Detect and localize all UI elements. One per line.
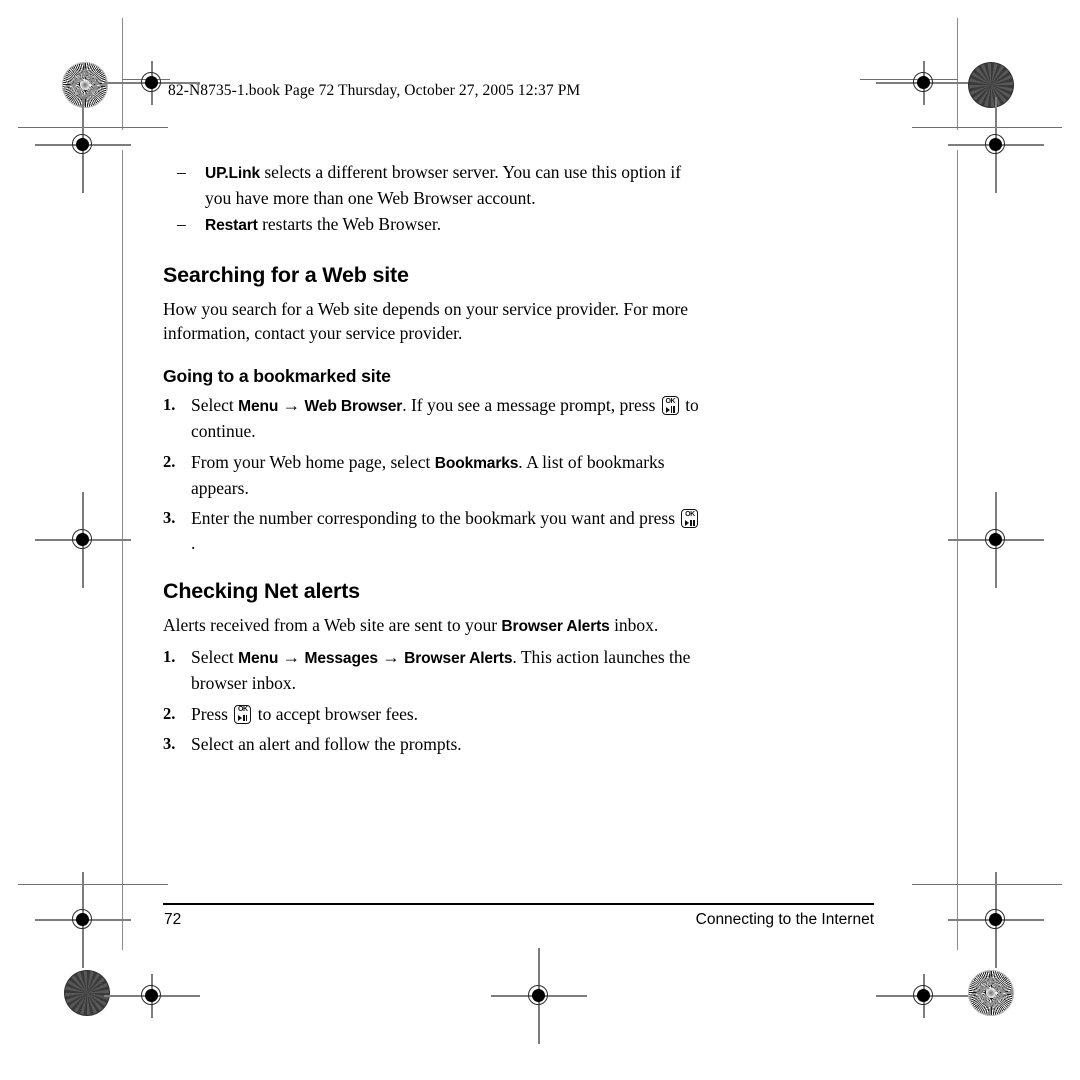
key-ok-label: OK (685, 510, 695, 518)
play-triangle-icon (685, 519, 690, 526)
ui-term: Menu (238, 398, 279, 416)
step-number: 1. (163, 395, 176, 415)
ok-playpause-key-icon: OK (661, 396, 679, 416)
list-item: 1. Select Menu → Messages → Browser Alert… (163, 645, 703, 696)
ui-term: Browser Alerts (404, 650, 513, 667)
dash-list-item: – UP.Link selects a different browser se… (163, 160, 703, 210)
subsection-heading-bookmarked: Going to a bookmarked site (163, 366, 391, 387)
pause-bar-icon (690, 519, 692, 526)
list-item: 3. Enter the number corresponding to the … (163, 506, 703, 555)
dash-bullet: – (177, 214, 186, 235)
dash-item-text: restarts the Web Browser. (257, 214, 442, 235)
ui-term: Web Browser (304, 398, 403, 416)
pause-bar-icon (692, 519, 695, 526)
pause-bar-icon (245, 714, 248, 722)
step-number: 1. (163, 647, 176, 666)
play-triangle-icon (665, 406, 670, 413)
steps-list-net-alerts: 1. Select Menu → Messages → Browser Alert… (163, 645, 703, 756)
footer-chapter-title: Connecting to the Internet (695, 911, 874, 928)
footer-page-number: 72 (164, 911, 182, 928)
list-item: 1. Select Menu → Web Browser. If you see … (163, 393, 703, 444)
dash-bullet: – (177, 162, 186, 182)
step-text-pre: Select an alert and follow the prompts. (191, 733, 462, 754)
step-number: 3. (163, 508, 176, 528)
ui-term: Restart (205, 217, 258, 235)
play-triangle-icon (238, 715, 243, 722)
dash-list-item: – Restart restarts the Web Browser. (163, 212, 703, 238)
footer-rule (163, 903, 874, 905)
key-ok-label: OK (665, 397, 676, 405)
book-header-line: 82-N8735-1.book Page 72 Thursday, Octobe… (168, 82, 581, 99)
step-number: 3. (163, 733, 176, 753)
ui-term: Menu (238, 650, 279, 667)
ui-term: UP.Link (205, 165, 260, 182)
step-text-pre: From your Web home page, select (191, 451, 435, 472)
step-text-post: to accept browser fees. (253, 703, 419, 724)
ui-term: Bookmarks (434, 454, 519, 472)
list-item: 2. From your Web home page, select Bookma… (163, 450, 703, 501)
body-text-pre: Alerts received from a Web site are sent… (163, 614, 502, 635)
list-item: 3. Select an alert and follow the prompts… (163, 732, 703, 756)
ok-playpause-key-icon: OK (234, 704, 252, 724)
step-text-pre: Press (191, 703, 233, 724)
step-number: 2. (163, 451, 176, 471)
pause-bar-icon (673, 406, 675, 413)
key-playpause-glyphs (683, 519, 696, 527)
list-item: 2. Press OK to accept browser fees. (163, 702, 703, 726)
page-content: – UP.Link selects a different browser se… (163, 160, 703, 762)
step-text-mid: . If you see a message prompt, press (402, 395, 660, 416)
arrow-separator: → (278, 647, 305, 667)
body-text-post: inbox. (609, 614, 659, 635)
pause-bar-icon (243, 714, 245, 722)
section-body-net-alerts: Alerts received from a Web site are sent… (163, 613, 703, 639)
key-ok-label: OK (237, 706, 248, 714)
section-heading-net-alerts: Checking Net alerts (163, 578, 360, 603)
ui-term: Browser Alerts (501, 617, 610, 635)
key-playpause-glyphs (236, 714, 249, 722)
section-body-searching: How you search for a Web site depends on… (163, 298, 689, 343)
dash-item-text: selects a different browser server. You … (205, 162, 682, 209)
ui-term: Messages (304, 650, 379, 667)
step-text-pre: Select (191, 647, 239, 667)
arrow-separator: → (278, 395, 305, 416)
step-text-pre: Enter the number corresponding to the bo… (191, 508, 680, 529)
steps-list-bookmarked: 1. Select Menu → Web Browser. If you see … (163, 393, 703, 555)
document-page: 82-N8735-1.book Page 72 Thursday, Octobe… (0, 0, 1080, 1080)
step-number: 2. (163, 703, 176, 723)
ok-playpause-key-icon: OK (681, 509, 699, 529)
pause-bar-icon (670, 406, 673, 413)
step-text-post: . (191, 532, 196, 553)
section-heading-searching: Searching for a Web site (163, 262, 409, 287)
step-text-pre: Select (191, 395, 239, 416)
arrow-separator: → (377, 647, 405, 667)
key-playpause-glyphs (664, 406, 677, 414)
